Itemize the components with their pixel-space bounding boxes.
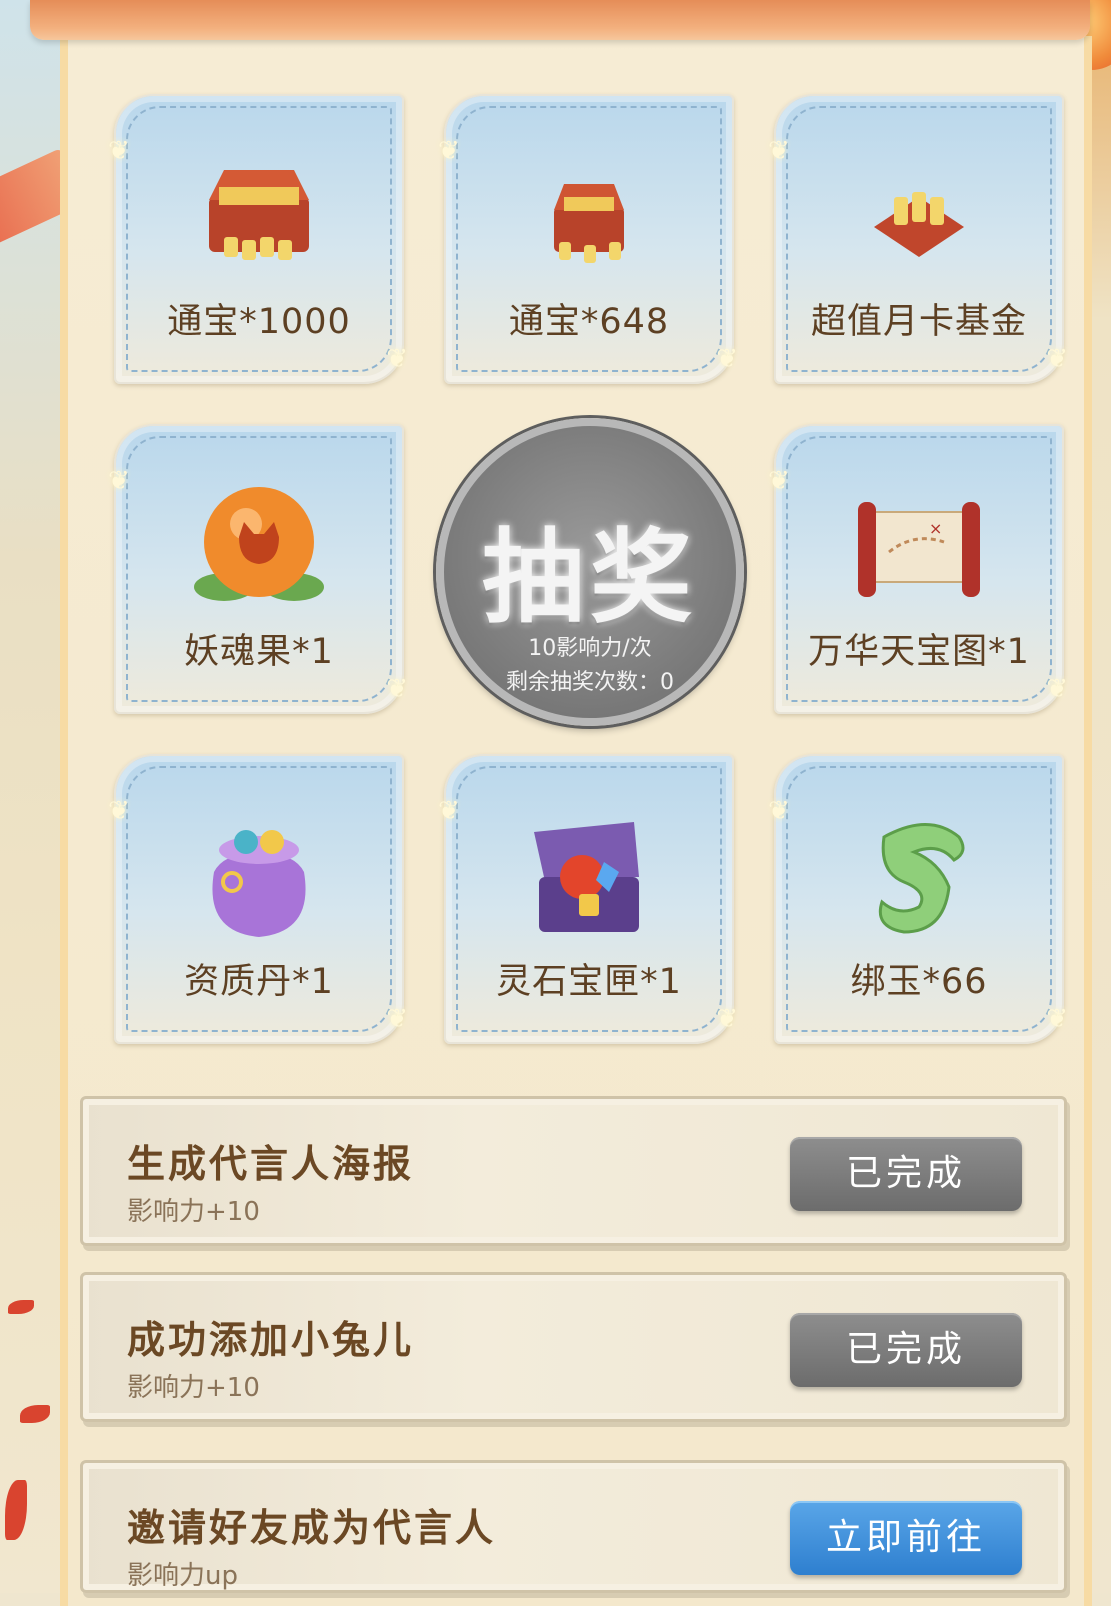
prize-card: × ❦ ❦ 万华天宝图*1 [768, 424, 1068, 714]
coin-bundle-icon [874, 192, 964, 257]
prize-label: 万华天宝图*1 [808, 632, 1030, 672]
draw-remaining: 剩余抽奖次数：0 [506, 670, 674, 695]
task-item: 邀请好友成为代言人 影响力up 立即前往 [80, 1460, 1067, 1593]
svg-text:×: × [929, 519, 942, 538]
prize-card: ❦ ❦ 通宝*648 [438, 94, 738, 384]
gem-chest-icon [534, 822, 639, 932]
pouch-icon [212, 830, 306, 937]
prize-card: ❦ ❦ 灵石宝匣*1 [438, 754, 738, 1044]
go-now-button[interactable]: 立即前往 [790, 1501, 1022, 1575]
task-item: 成功添加小兔儿 影响力+10 已完成 [80, 1272, 1067, 1422]
prize-label: 超值月卡基金 [810, 302, 1027, 342]
prize-label: 资质丹*1 [184, 962, 334, 1002]
draw-cost: 10影响力/次 [528, 636, 652, 661]
task-item: 生成代言人海报 影响力+10 已完成 [80, 1096, 1067, 1246]
task-completed-button[interactable]: 已完成 [790, 1137, 1022, 1211]
prize-card: ❦ ❦ 妖魂果*1 [108, 424, 408, 714]
treasure-chest-small-icon [554, 184, 624, 263]
prize-label: 妖魂果*1 [184, 632, 334, 672]
orb-fruit-icon [194, 487, 324, 601]
draw-label: 抽奖 [482, 518, 698, 638]
task-title: 邀请好友成为代言人 [127, 1505, 497, 1550]
task-title: 成功添加小兔儿 [127, 1317, 415, 1362]
scroll-map-icon: × [858, 502, 980, 597]
task-title: 生成代言人海报 [127, 1141, 415, 1186]
prize-label: 通宝*648 [508, 302, 670, 342]
prize-card: ❦ ❦ 通宝*1000 [108, 94, 408, 384]
draw-button[interactable]: 抽奖 10影响力/次 剩余抽奖次数：0 [436, 418, 744, 726]
prize-card: ❦ ❦ 资质丹*1 [108, 754, 408, 1044]
task-completed-button[interactable]: 已完成 [790, 1313, 1022, 1387]
prize-label: 灵石宝匣*1 [496, 962, 682, 1002]
jade-icon [878, 823, 965, 934]
task-reward: 影响力+10 [127, 1373, 260, 1403]
prize-label: 绑玉*66 [850, 962, 988, 1002]
task-reward: 影响力+10 [127, 1197, 260, 1227]
scroll-top-bar [30, 0, 1090, 40]
prize-label: 通宝*1000 [167, 302, 351, 342]
task-reward: 影响力up [127, 1561, 238, 1591]
prize-card: ❦ ❦ 绑玉*66 [768, 754, 1068, 1044]
treasure-chest-large-icon [209, 170, 309, 260]
prize-card: ❦ ❦ 超值月卡基金 [768, 94, 1068, 384]
